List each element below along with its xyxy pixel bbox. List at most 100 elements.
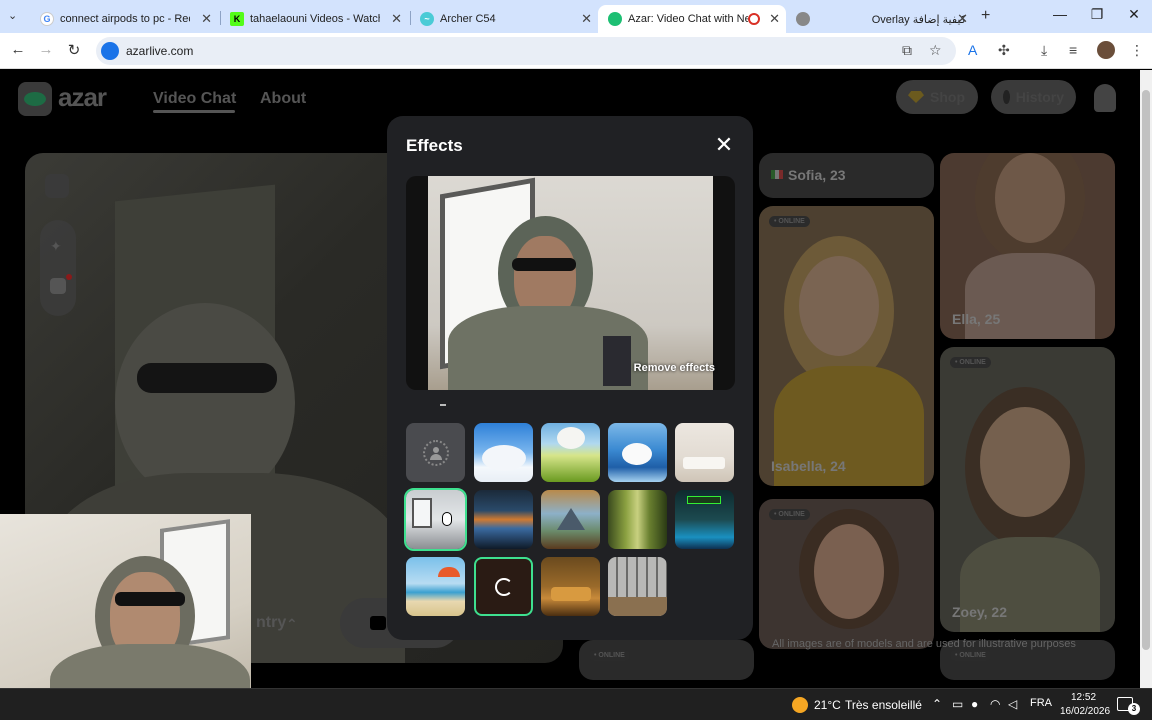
restore-icon[interactable]: ❐ [1082,6,1112,23]
azar-logo-icon[interactable] [18,82,52,116]
close-tab-icon[interactable]: ✕ [391,11,402,27]
profile-card-sofia[interactable]: Sofia, 23 [759,153,934,198]
page-scrollbar[interactable] [1140,70,1152,688]
close-tab-icon[interactable]: ✕ [201,11,212,27]
close-tab-icon[interactable]: ✕ [581,11,592,27]
bookmark-star-icon[interactable]: ☆ [929,42,942,59]
expand-icon[interactable] [45,174,69,198]
clock-date[interactable]: 16/02/2026 [1060,706,1110,717]
close-tab-icon[interactable]: ✕ [957,11,968,27]
tray-chevron-up-icon[interactable]: ⌃ [932,697,942,711]
effect-mountain-tent[interactable] [541,490,600,549]
weather-sun-icon[interactable] [792,697,808,713]
notification-count: 3 [1128,703,1140,715]
tab-title: Archer C54 [440,13,496,25]
azar-icon [608,12,622,26]
meet-now-icon[interactable]: ▭ [952,697,963,711]
tab-title: Overlay كيفية إضافة [871,13,966,26]
scrollbar-thumb[interactable] [1142,90,1150,650]
profile-card-ella[interactable]: Ella, 25 [940,153,1115,339]
profile-card-isabella[interactable]: • ONLINE Isabella, 24 [759,206,934,486]
effect-neon-arcade[interactable] [675,490,734,549]
effect-sky-clouds[interactable] [474,423,533,482]
effects-face-icon[interactable] [50,278,66,294]
nav-active-indicator [153,110,235,113]
effect-golden-lounge[interactable] [541,557,600,616]
mouse-cursor-icon [442,512,452,526]
address-bar[interactable]: azarlive.com [96,37,956,65]
browser-tab-bar: ⌄ G connect airpods to pc - Recher ✕ K t… [0,0,1152,33]
history-button[interactable]: History [991,80,1076,114]
close-icon[interactable]: ✕ [711,132,737,158]
magic-wand-icon[interactable]: ✦ [50,238,66,254]
site-info-icon[interactable] [101,42,119,60]
install-app-icon[interactable]: ⧉ [902,42,912,59]
kick-icon: K [230,12,244,26]
download-icon[interactable]: ⤓ [1041,42,1047,59]
profile-card-laughing[interactable]: • ONLINE [759,499,934,649]
minimize-icon[interactable]: — [1045,6,1075,22]
reload-icon[interactable]: ↻ [64,41,84,59]
effect-beach[interactable] [406,557,465,616]
profile-name: Zoey, 22 [952,604,1007,620]
tab-search-chevron-icon[interactable]: ⌄ [8,9,17,22]
effect-dog-ocean[interactable] [608,423,667,482]
user-avatar-icon[interactable] [1094,84,1116,112]
modal-title: Effects [406,136,463,155]
extensions-icon[interactable]: ✣ [998,42,1010,59]
back-icon[interactable]: ← [8,41,28,58]
temperature[interactable]: 21°C [814,698,841,712]
close-tab-icon[interactable]: ✕ [769,11,780,27]
translate-icon[interactable]: A [968,42,977,58]
windows-taskbar: 21°C Très ensoleillé ⌃ ▭ ● ◠ ◁ FRA 12:52… [0,688,1152,720]
side-tools-panel: ✦ [40,220,76,316]
person-blur-icon [422,439,449,466]
volume-icon[interactable]: ◁ [1008,697,1017,711]
tab-archer-c54[interactable]: ~ Archer C54 ✕ [410,5,598,33]
effect-library-shelf[interactable] [608,557,667,616]
weather-description[interactable]: Très ensoleillé [845,698,922,712]
self-camera-pip [0,514,251,688]
tab-overlay[interactable]: Overlay كيفية إضافة ✕ [786,5,974,33]
effect-white-living-room[interactable] [675,423,734,482]
close-window-icon[interactable]: ✕ [1119,6,1149,23]
nav-video-chat[interactable]: Video Chat [153,90,236,108]
tab-azar-active[interactable]: Azar: Video Chat with New ✕ [598,5,786,33]
camera-icon [370,616,386,630]
profile-name: Isabella, 24 [771,458,846,474]
microphone-icon[interactable]: ● [971,697,978,711]
chevron-up-icon[interactable]: ⌃ [286,616,298,633]
effect-forest[interactable] [608,490,667,549]
tab-google-search[interactable]: G connect airpods to pc - Recher ✕ [30,5,218,33]
wifi-icon[interactable]: ◠ [990,697,1000,711]
effect-loading-tile[interactable] [474,557,533,616]
media-control-icon[interactable]: ≡ [1069,42,1077,58]
online-badge: • ONLINE [950,650,991,661]
profile-card-bottom-left[interactable]: • ONLINE [579,640,754,680]
clock-time[interactable]: 12:52 [1071,692,1096,703]
language-indicator[interactable]: FRA [1030,697,1052,709]
menu-kebab-icon[interactable]: ⋮ [1130,42,1144,59]
shop-button[interactable]: Shop [896,80,978,114]
preview-video [428,176,713,390]
country-selector[interactable]: ntry [256,614,286,632]
effect-cat-meadow[interactable] [541,423,600,482]
scroll-indicator [440,404,446,406]
profile-card-zoey[interactable]: • ONLINE Zoey, 22 [940,347,1115,632]
effect-blur-tile[interactable] [406,423,465,482]
url-text: azarlive.com [126,44,194,58]
logo-text[interactable]: azar [58,82,107,113]
nav-about[interactable]: About [260,90,306,108]
effect-space-station[interactable] [474,490,533,549]
profile-avatar[interactable] [1097,41,1115,59]
profile-name: Sofia, 23 [788,167,846,183]
new-tab-icon[interactable]: + [981,7,990,25]
gem-icon [908,91,924,103]
forward-icon[interactable]: → [36,41,56,58]
profile-name: Ella, 25 [952,311,1001,327]
tab-kick-videos[interactable]: K tahaelaouni Videos - Watch On ✕ [220,5,408,33]
effects-modal: Effects ✕ Remove effects [387,116,753,640]
effect-modern-office[interactable] [404,488,467,551]
browser-toolbar: ← → ↻ azarlive.com ⧉ ☆ A ✣ ⤓ ≡ ⋮ [0,33,1152,69]
remove-effects-button[interactable]: Remove effects [634,362,715,374]
